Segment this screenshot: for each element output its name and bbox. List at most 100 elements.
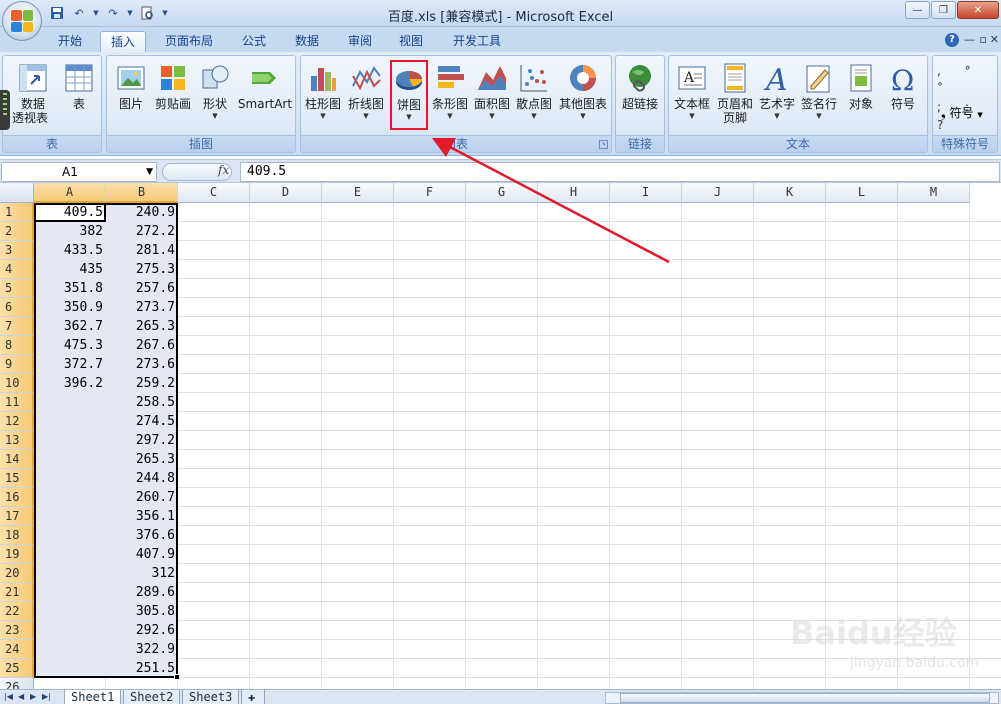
cell-b[interactable]: 305.8 [106,602,178,621]
header-footer-button[interactable]: 页眉和 页脚 [715,60,755,132]
name-box-dropdown-icon[interactable]: ▼ [146,163,153,181]
cell-a[interactable]: 362.7 [34,317,106,336]
row-header[interactable]: 14 [0,450,34,469]
pivottable-button[interactable]: 数据 透视表 [9,60,57,132]
row-header[interactable]: 8 [0,336,34,355]
column-header-k[interactable]: K [754,183,826,203]
tab-data[interactable]: 数据 [285,31,329,52]
hyperlink-button[interactable]: 超链接 [620,60,660,132]
cell-b[interactable]: 292.6 [106,621,178,640]
cell-a[interactable]: 433.5 [34,241,106,260]
row-header[interactable]: 11 [0,393,34,412]
cell-b[interactable]: 240.9 [106,203,178,222]
tab-formulas[interactable]: 公式 [232,31,276,52]
row-header[interactable]: 2 [0,222,34,241]
column-header-c[interactable]: C [178,183,250,203]
row-header[interactable]: 16 [0,488,34,507]
object-button[interactable]: 对象 [841,60,881,132]
scrollbar-thumb[interactable] [620,693,990,703]
scatter-chart-button[interactable]: 散点图 ▼ [514,60,554,132]
first-sheet-icon[interactable]: |◀ [4,692,13,701]
cell-b[interactable]: 312 [106,564,178,583]
name-box[interactable]: A1 ▼ [1,162,157,182]
row-header[interactable]: 18 [0,526,34,545]
cell-a[interactable]: 396.2 [34,374,106,393]
office-button[interactable] [2,1,42,41]
horizontal-scrollbar[interactable] [605,692,999,704]
cell-a[interactable]: 409.5 [34,203,106,222]
last-sheet-icon[interactable]: ▶| [42,692,51,701]
row-header[interactable]: 23 [0,621,34,640]
column-chart-button[interactable]: 柱形图 ▼ [303,60,343,132]
pie-chart-button[interactable]: 饼图 ▼ [390,60,428,130]
row-header[interactable]: 17 [0,507,34,526]
tab-insert[interactable]: 插入 [100,31,147,52]
column-header-m[interactable]: M [898,183,970,203]
ribbon-minimize-icon[interactable]: — [964,33,975,46]
column-header-d[interactable]: D [250,183,322,203]
bar-chart-button[interactable]: 条形图 ▼ [430,60,470,132]
line-chart-button[interactable]: 折线图 ▼ [346,60,386,132]
column-header-a[interactable]: A [34,183,106,203]
cell-a[interactable]: 382 [34,222,106,241]
cell-b[interactable]: 356.1 [106,507,178,526]
cell-b[interactable]: 273.7 [106,298,178,317]
cell-a[interactable]: 350.9 [34,298,106,317]
select-all-corner[interactable] [0,183,34,203]
special-symbol-dropdown[interactable]: ❟ 符号 ▼ [941,104,983,121]
special-symbol-grid[interactable]: , ° ˚; : ? [937,62,995,134]
row-header[interactable]: 24 [0,640,34,659]
other-charts-button[interactable]: 其他图表 ▼ [558,60,608,132]
cell-b[interactable]: 244.8 [106,469,178,488]
prev-sheet-icon[interactable]: ◀ [18,692,24,701]
cell-b[interactable]: 258.5 [106,393,178,412]
cell-b[interactable]: 275.3 [106,260,178,279]
sheet-tab-2[interactable]: Sheet2 [123,690,181,704]
row-header[interactable]: 4 [0,260,34,279]
area-chart-button[interactable]: 面积图 ▼ [472,60,512,132]
sheet-tab-3[interactable]: Sheet3 [182,690,240,704]
cell-b[interactable]: 322.9 [106,640,178,659]
column-header-l[interactable]: L [826,183,898,203]
minimize-icon[interactable]: — [905,1,930,19]
row-header[interactable]: 7 [0,317,34,336]
tab-developer[interactable]: 开发工具 [443,31,511,52]
cell-b[interactable]: 267.6 [106,336,178,355]
column-header-g[interactable]: G [466,183,538,203]
row-header[interactable]: 10 [0,374,34,393]
cell-b[interactable]: 260.7 [106,488,178,507]
signature-line-button[interactable]: 签名行 ▼ [799,60,839,132]
row-header[interactable]: 12 [0,412,34,431]
sheet-tab-1[interactable]: Sheet1 [64,690,122,704]
symbol-button[interactable]: Ω 符号 [883,60,923,132]
cell-a[interactable]: 372.7 [34,355,106,374]
row-header[interactable]: 1 [0,203,34,222]
row-header[interactable]: 20 [0,564,34,583]
row-header[interactable]: 15 [0,469,34,488]
picture-button[interactable]: 图片 [111,60,151,132]
column-header-e[interactable]: E [322,183,394,203]
charts-dialog-launcher-icon[interactable]: ↘ [599,140,608,149]
smartart-button[interactable]: SmartArt [237,60,293,132]
formula-input[interactable]: 409.5 [240,162,1000,182]
insert-function-icon[interactable]: fx [218,163,229,177]
row-header[interactable]: 6 [0,298,34,317]
tab-page-layout[interactable]: 页面布局 [155,31,223,52]
cell-b[interactable]: 272.2 [106,222,178,241]
row-header[interactable]: 22 [0,602,34,621]
cell-b[interactable]: 297.2 [106,431,178,450]
row-header[interactable]: 3 [0,241,34,260]
cell-b[interactable]: 281.4 [106,241,178,260]
cell-b[interactable]: 251.5 [106,659,178,678]
tab-view[interactable]: 视图 [389,31,433,52]
textbox-button[interactable]: A 文本框 ▼ [672,60,712,132]
close-icon[interactable]: ✕ [957,1,999,19]
clipart-button[interactable]: 剪贴画 [153,60,193,132]
ribbon-close-icon[interactable]: ✕ [990,33,999,46]
cell-b[interactable]: 273.6 [106,355,178,374]
cell-b[interactable]: 376.6 [106,526,178,545]
wordart-button[interactable]: A 艺术字 ▼ [757,60,797,132]
cell-b[interactable]: 265.3 [106,317,178,336]
shapes-button[interactable]: 形状 ▼ [195,60,235,132]
cell-b[interactable]: 265.3 [106,450,178,469]
